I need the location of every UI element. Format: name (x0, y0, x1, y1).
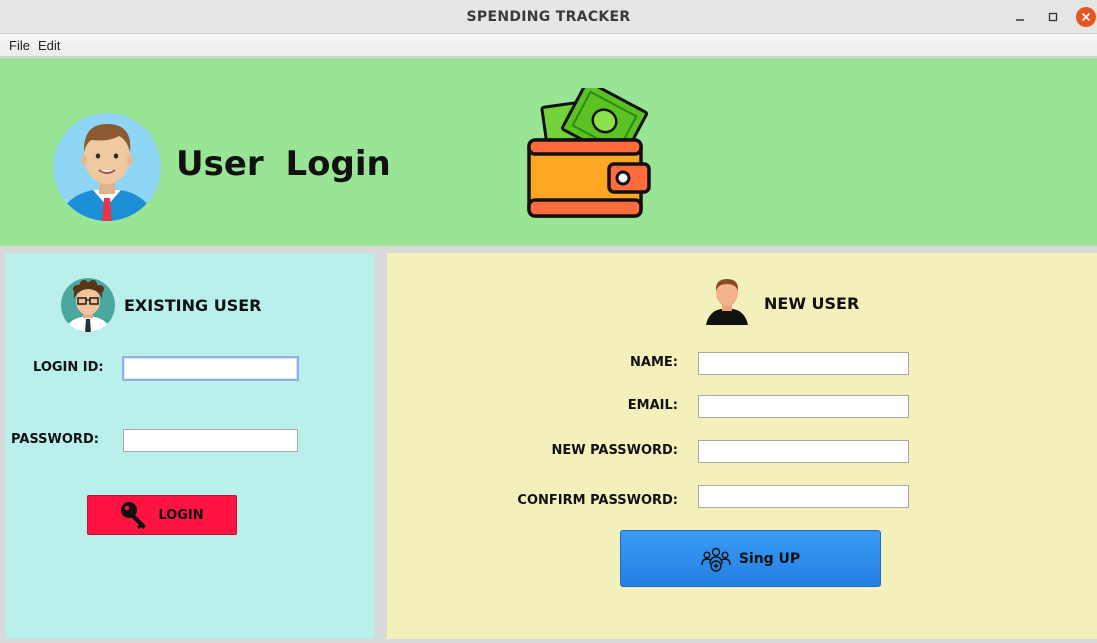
window-title: SPENDING TRACKER (466, 9, 631, 25)
close-icon[interactable] (1076, 7, 1096, 27)
existing-user-title: EXISTING USER (124, 296, 262, 315)
confirm-password-input[interactable] (698, 485, 909, 508)
wallet-icon (527, 88, 651, 218)
minimize-icon[interactable] (1010, 7, 1030, 27)
key-icon (121, 502, 147, 529)
new-password-label: NEW PASSWORD: (551, 443, 678, 458)
new-password-input[interactable] (698, 440, 909, 463)
signup-button[interactable]: Sing UP (620, 530, 881, 587)
password-label: PASSWORD: (11, 432, 99, 447)
email-label: EMAIL: (627, 398, 678, 413)
password-input[interactable] (123, 429, 298, 452)
menu-file[interactable]: File (9, 38, 30, 53)
name-label: NAME: (630, 355, 678, 370)
new-user-title: NEW USER (764, 294, 860, 313)
window-titlebar[interactable]: SPENDING TRACKER (0, 0, 1097, 34)
user-glasses-icon (61, 278, 115, 332)
menu-bar: File Edit (0, 34, 1097, 57)
person-icon (706, 279, 748, 325)
existing-user-panel: EXISTING USER LOGIN ID: PASSWORD: LOGIN (5, 253, 375, 639)
confirm-password-label: CONFIRM PASSWORD: (517, 493, 678, 508)
user-avatar-icon (53, 113, 161, 221)
login-button[interactable]: LOGIN (87, 495, 237, 535)
header-banner: User Login (0, 58, 1097, 246)
add-users-icon (701, 547, 731, 572)
login-button-label: LOGIN (158, 507, 204, 523)
name-input[interactable] (698, 352, 909, 375)
signup-button-label: Sing UP (738, 550, 801, 567)
new-user-panel: NEW USER NAME: EMAIL: NEW PASSWORD: CONF… (387, 253, 1097, 639)
email-input[interactable] (698, 395, 909, 418)
menu-edit[interactable]: Edit (38, 38, 60, 53)
page-title: User Login (176, 144, 391, 184)
login-id-input[interactable] (122, 356, 299, 381)
maximize-icon[interactable] (1043, 7, 1063, 27)
login-id-label: LOGIN ID: (33, 360, 104, 375)
